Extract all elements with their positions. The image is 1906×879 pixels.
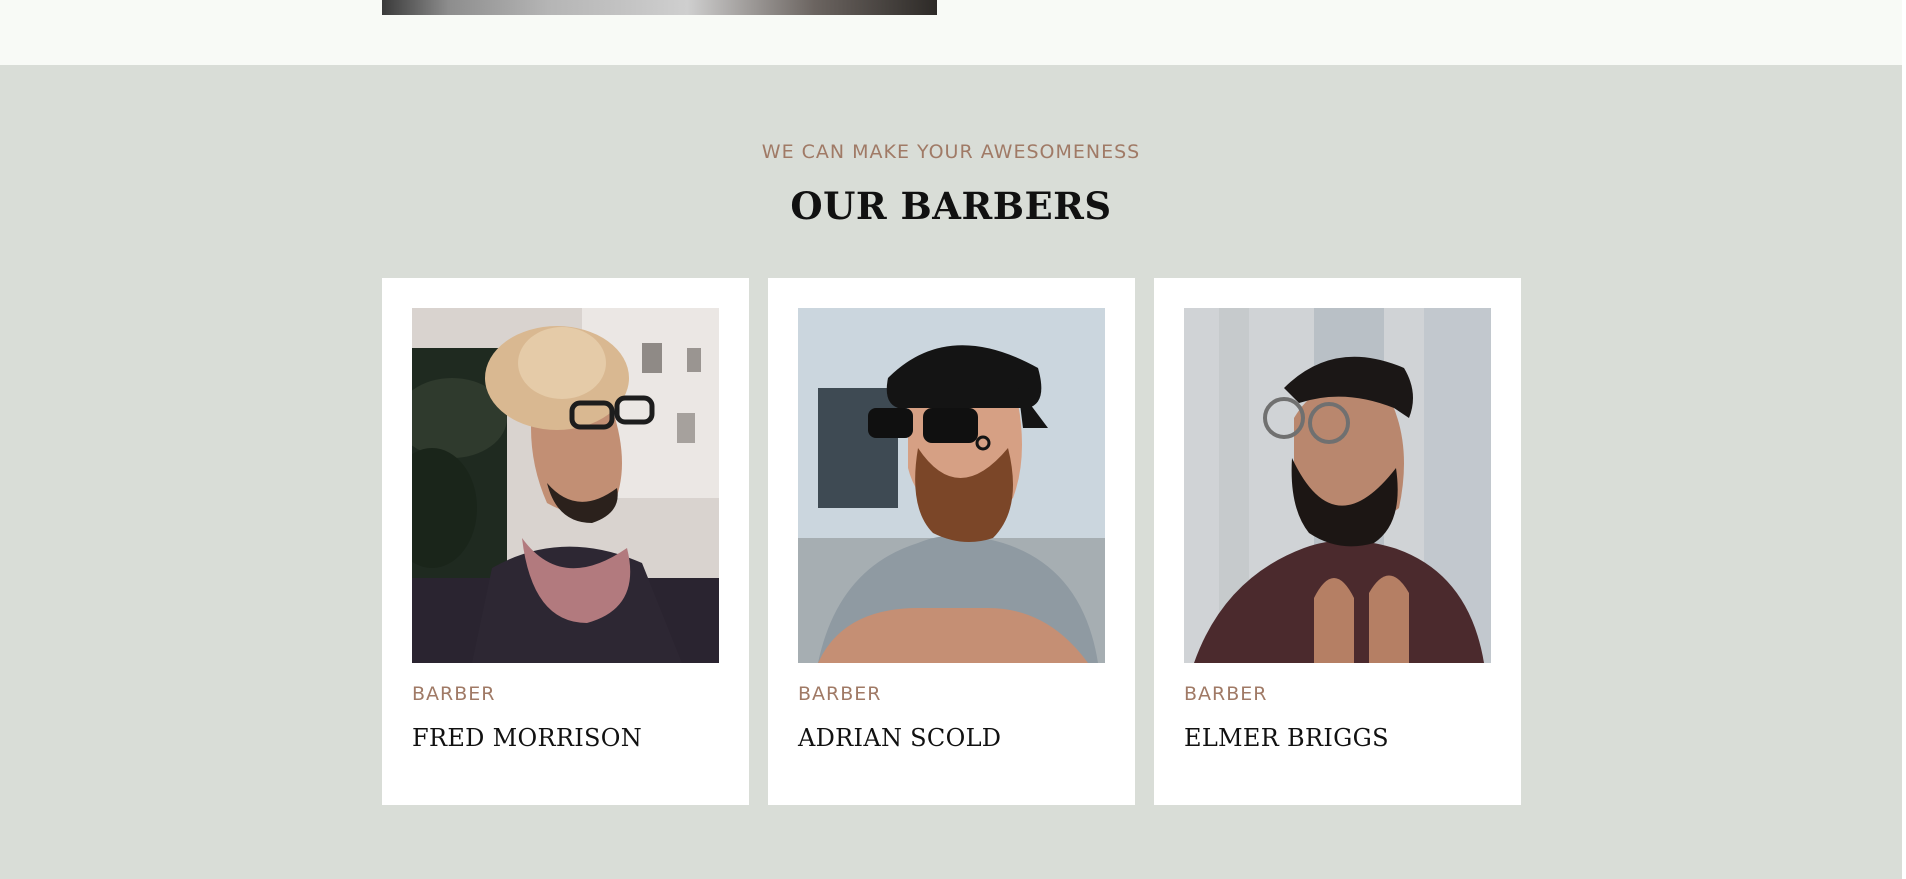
barber-card[interactable]: BARBER FRED MORRISON bbox=[382, 278, 749, 805]
barber-photo[interactable] bbox=[798, 308, 1105, 663]
barber-photo[interactable] bbox=[1184, 308, 1491, 663]
section-eyebrow: WE CAN MAKE YOUR AWESOMENESS bbox=[761, 141, 1141, 163]
section-title: OUR BARBERS bbox=[790, 184, 1112, 228]
barber-name[interactable]: FRED MORRISON bbox=[412, 723, 642, 753]
barbers-grid: BARBER FRED MORRISON BARBER ADRIAN SCOLD… bbox=[382, 278, 1522, 805]
barber-photo-image bbox=[798, 308, 1105, 663]
barber-role: BARBER bbox=[798, 683, 882, 705]
scrollbar[interactable] bbox=[1902, 0, 1906, 879]
barber-role: BARBER bbox=[412, 683, 496, 705]
page: WE CAN MAKE YOUR AWESOMENESS OUR BARBERS bbox=[0, 0, 1906, 879]
barbers-section-header: WE CAN MAKE YOUR AWESOMENESS OUR BARBERS bbox=[0, 140, 1902, 228]
barber-card[interactable]: BARBER ADRIAN SCOLD bbox=[768, 278, 1135, 805]
barber-role: BARBER bbox=[1184, 683, 1268, 705]
barber-photo-image bbox=[412, 308, 719, 663]
barber-photo[interactable] bbox=[412, 308, 719, 663]
barber-name[interactable]: ADRIAN SCOLD bbox=[798, 723, 1001, 753]
barber-name[interactable]: ELMER BRIGGS bbox=[1184, 723, 1389, 753]
barber-photo-image bbox=[1184, 308, 1491, 663]
top-band bbox=[0, 0, 1906, 65]
barber-card[interactable]: BARBER ELMER BRIGGS bbox=[1154, 278, 1521, 805]
previous-section-image bbox=[382, 0, 937, 15]
